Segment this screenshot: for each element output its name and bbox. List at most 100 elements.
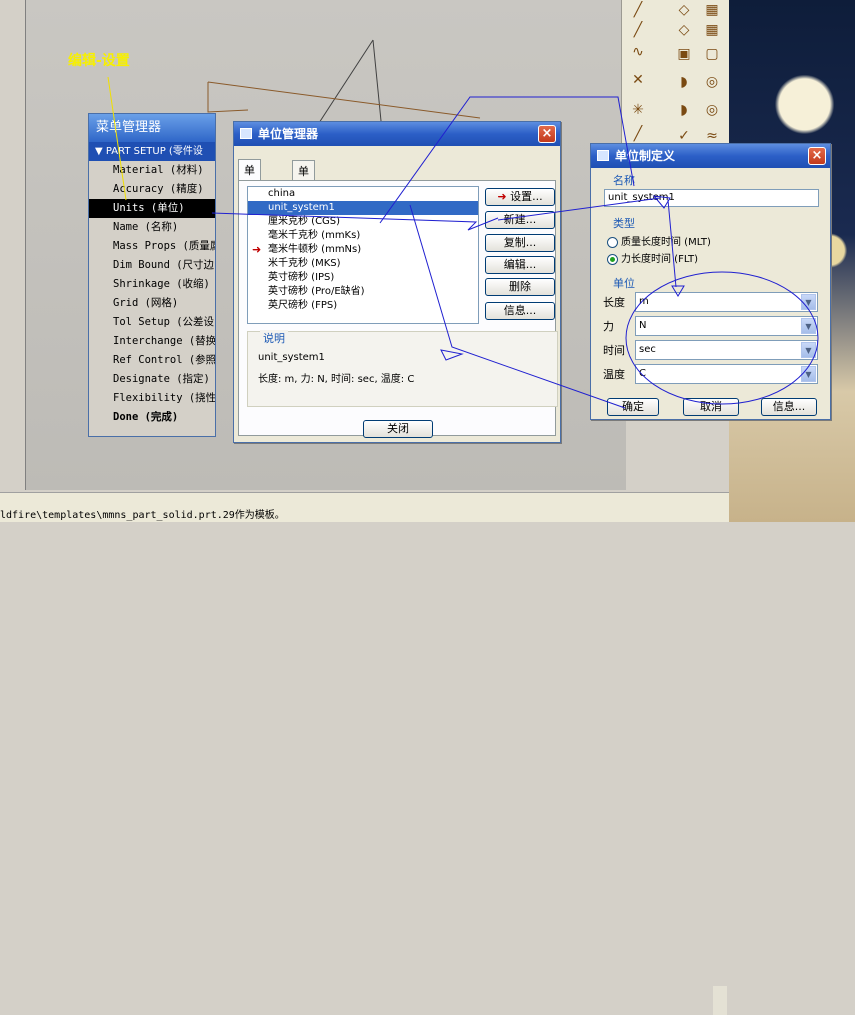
radio-icon [607, 236, 618, 248]
point-icon[interactable]: ✕ [628, 70, 648, 90]
close-icon[interactable]: × [538, 125, 556, 143]
info-button[interactable]: 信息... [485, 302, 555, 320]
left-frame [0, 0, 26, 490]
menu-manager: 菜单管理器 ▼ PART SETUP (零件设 Material (材料) Ac… [88, 113, 216, 437]
sketch-line-icon[interactable]: ╱ [628, 0, 648, 20]
force-select[interactable]: N ▼ [635, 316, 818, 336]
revolve-icon[interactable]: ◗ [674, 72, 694, 92]
list-item[interactable]: 英尺磅秒 (FPS) [248, 299, 478, 313]
edit-button[interactable]: 编辑... [485, 256, 555, 274]
window-icon [597, 150, 609, 161]
list-item[interactable]: unit_system1 [248, 201, 478, 215]
new-button[interactable]: 新建... [485, 211, 555, 229]
unit-definition-titlebar[interactable]: 单位制定义 × [591, 144, 830, 168]
temperature-label: 温度 [603, 368, 625, 381]
type-label: 类型 [613, 217, 635, 230]
length-select[interactable]: m ▼ [635, 292, 818, 312]
status-bar: ldfire\templates\mmns_part_solid.prt.29作… [0, 492, 729, 1015]
menu-item-tol-setup[interactable]: Tol Setup (公差设 [89, 313, 215, 332]
revolve-icon[interactable]: ◗ [674, 100, 694, 120]
units-label: 单位 [613, 277, 635, 290]
list-item[interactable]: china [248, 187, 478, 201]
chevron-down-icon: ▼ [801, 366, 816, 382]
menu-item-grid[interactable]: Grid (网格) [89, 294, 215, 313]
window-icon [240, 128, 252, 139]
annotation-edit-label: 编辑-设置 [68, 53, 130, 69]
unit-system-list[interactable]: china unit_system1 厘米克秒 (CGS) 毫米千克秒 (mmK… [247, 186, 479, 324]
chevron-down-icon: ▼ [801, 318, 816, 334]
type-radio-flt[interactable]: 力长度时间 (FLT) [607, 250, 698, 265]
description-group: 说明 unit_system1 长度: m, 力: N, 时间: sec, 温度… [247, 330, 558, 407]
delete-button[interactable]: 删除 [485, 278, 555, 296]
right-toolbar: ╱ ╱ ∿ ✕ ✳ ╱ ◇ ◇ ▣ ◗ ◗ ✓ ▦ ▦ ▢ ◎ ◎ ≈ [621, 0, 729, 150]
hole-icon[interactable]: ◎ [702, 100, 722, 120]
set-button-label: 设置... [510, 190, 543, 203]
hole-icon[interactable]: ◎ [702, 72, 722, 92]
cancel-button[interactable]: 取消 [683, 398, 739, 416]
menu-header[interactable]: ▼ PART SETUP (零件设 [89, 142, 215, 161]
type-option-label: 质量长度时间 (MLT) [621, 237, 711, 248]
copy-button[interactable]: 复制... [485, 234, 555, 252]
list-item[interactable]: 英寸磅秒 (Pro/E缺省) [248, 285, 478, 299]
datum-point-icon[interactable]: ✳ [628, 100, 648, 120]
name-label: 名称 [613, 174, 635, 187]
menu-item-interchange[interactable]: Interchange (替换 [89, 332, 215, 351]
sketch-line-icon[interactable]: ╱ [628, 124, 648, 144]
menu-item-dim-bound[interactable]: Dim Bound (尺寸边 [89, 256, 215, 275]
unit-manager-title: 单位管理器 [258, 127, 319, 141]
tab-unit-systems[interactable]: 单位制 [238, 159, 261, 209]
grid-icon[interactable]: ▦ [702, 0, 722, 20]
type-radio-mlt[interactable]: 质量长度时间 (MLT) [607, 233, 711, 248]
time-value: sec [639, 344, 656, 355]
name-input[interactable]: unit_system1 [604, 189, 819, 207]
list-item-label: 毫米牛顿秒 (mmNs) [268, 244, 362, 255]
unit-manager-titlebar[interactable]: 单位管理器 × [234, 122, 560, 146]
menu-item-done[interactable]: Done (完成) [89, 408, 215, 427]
spline-icon[interactable]: ∿ [628, 42, 648, 62]
datum-plane-icon[interactable]: ◇ [674, 20, 694, 40]
menu-item-units[interactable]: Units (单位) [89, 199, 215, 218]
info-button[interactable]: 信息... [761, 398, 817, 416]
status-message: ldfire\templates\mmns_part_solid.prt.29作… [0, 510, 285, 521]
grid-icon[interactable]: ▦ [702, 20, 722, 40]
list-item[interactable]: 米千克秒 (MKS) [248, 257, 478, 271]
menu-item-accuracy[interactable]: Accuracy (精度) [89, 180, 215, 199]
menu-item-ref-control[interactable]: Ref Control (参照 [89, 351, 215, 370]
list-item-current[interactable]: ➜ 毫米牛顿秒 (mmNs) [248, 243, 478, 257]
datum-plane-icon[interactable]: ◇ [674, 0, 694, 20]
menu-item-material[interactable]: Material (材料) [89, 161, 215, 180]
menu-item-name[interactable]: Name (名称) [89, 218, 215, 237]
time-label: 时间 [603, 344, 625, 357]
ok-button[interactable]: 确定 [607, 398, 659, 416]
type-option-label: 力长度时间 (FLT) [621, 254, 699, 265]
description-text: 长度: m, 力: N, 时间: sec, 温度: C [258, 374, 415, 385]
extrude-icon[interactable]: ▣ [674, 44, 694, 64]
status-scrollbar[interactable] [713, 986, 727, 1015]
arrow-right-icon: ➜ [497, 190, 507, 203]
menu-manager-title: 菜单管理器 [89, 114, 215, 142]
list-item[interactable]: 英寸磅秒 (IPS) [248, 271, 478, 285]
tab-units[interactable]: 单位 [292, 160, 315, 194]
force-label: 力 [603, 320, 614, 333]
close-icon[interactable]: × [808, 147, 826, 165]
box-icon[interactable]: ▢ [702, 44, 722, 64]
description-label: 说明 [260, 330, 288, 346]
menu-item-mass-props[interactable]: Mass Props (质量属 [89, 237, 215, 256]
list-item[interactable]: 毫米千克秒 (mmKs) [248, 229, 478, 243]
sketch-line-icon[interactable]: ╱ [628, 20, 648, 40]
description-name: unit_system1 [258, 352, 325, 363]
unit-manager-dialog: 单位管理器 × 单位制 单位 china unit_system1 厘米克秒 (… [233, 121, 561, 443]
chevron-down-icon: ▼ [801, 342, 816, 358]
close-button[interactable]: 关闭 [363, 420, 433, 438]
time-select[interactable]: sec ▼ [635, 340, 818, 360]
set-button[interactable]: ➜ 设置... [485, 188, 555, 206]
force-value: N [639, 320, 647, 331]
menu-item-designate[interactable]: Designate (指定) [89, 370, 215, 389]
list-item[interactable]: 厘米克秒 (CGS) [248, 215, 478, 229]
menu-item-flexibility[interactable]: Flexibility (挠性 [89, 389, 215, 408]
menu-item-shrinkage[interactable]: Shrinkage (收缩) [89, 275, 215, 294]
length-value: m [639, 296, 649, 307]
unit-systems-panel: china unit_system1 厘米克秒 (CGS) 毫米千克秒 (mmK… [238, 180, 558, 436]
radio-selected-icon [607, 253, 618, 265]
temperature-select[interactable]: C ▼ [635, 364, 818, 384]
